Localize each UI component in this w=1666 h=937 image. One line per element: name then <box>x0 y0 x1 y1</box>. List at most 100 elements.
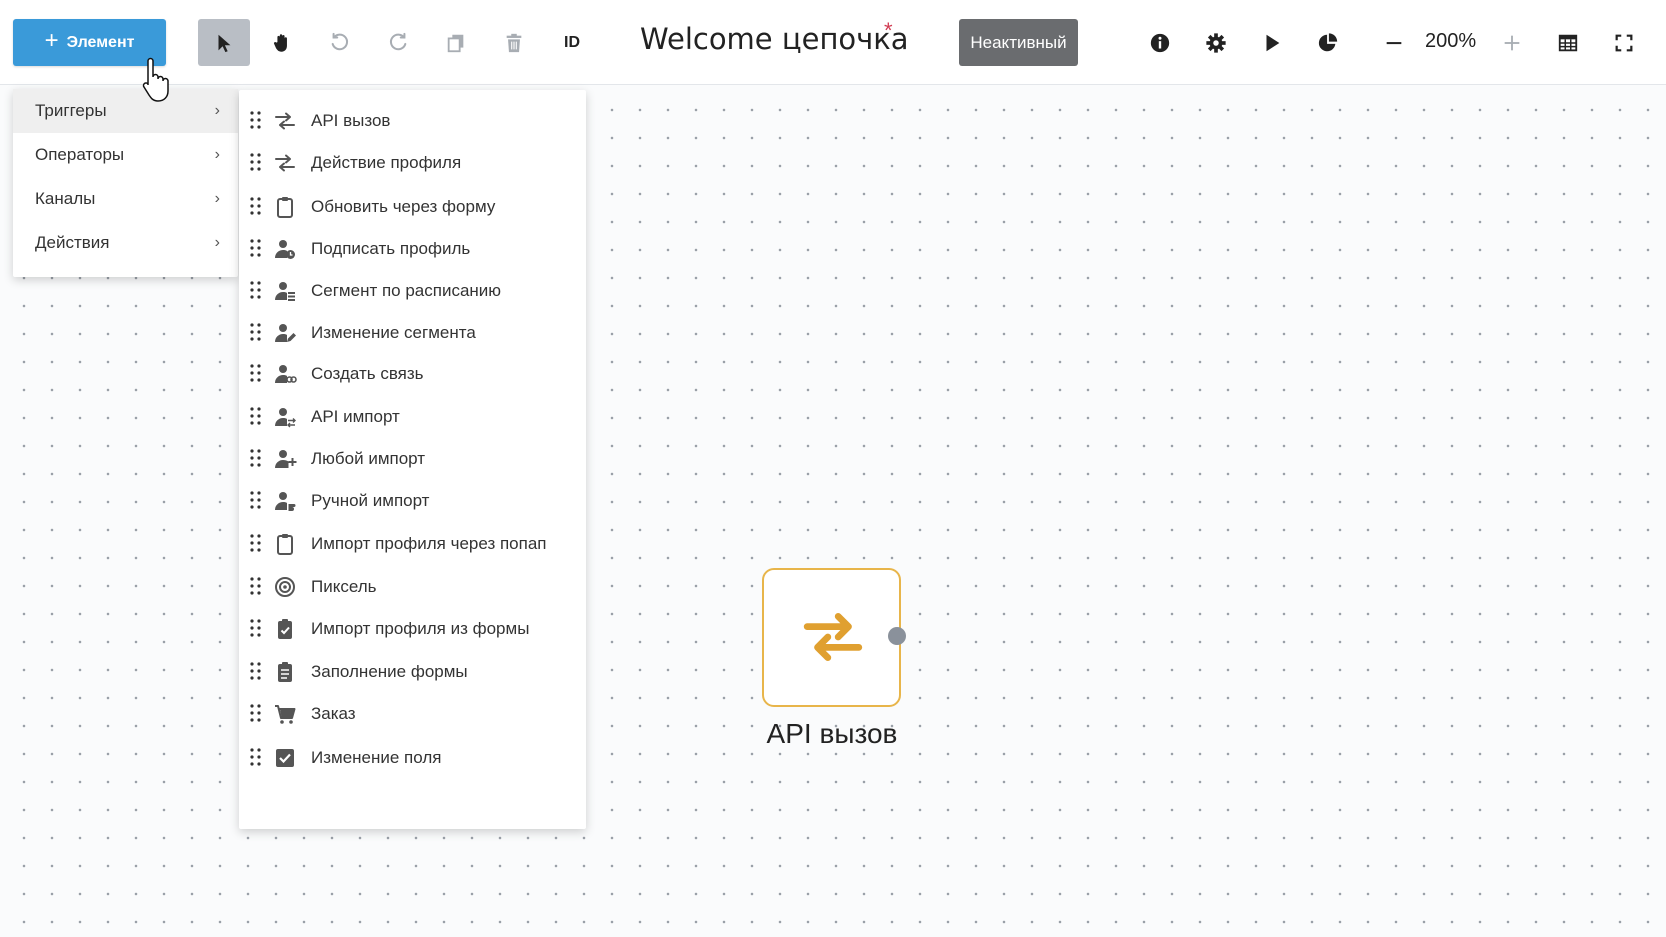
trigger-item[interactable]: Импорт профиля из формы <box>239 607 586 651</box>
grid-toggle-button[interactable] <box>1542 19 1594 66</box>
trash-icon <box>506 33 522 52</box>
trigger-item-label: Подписать профиль <box>311 239 471 258</box>
trigger-item-label: Изменение поля <box>311 748 442 767</box>
trigger-item-label: Любой импорт <box>311 449 426 468</box>
user-link-icon <box>273 362 297 386</box>
add-element-label: Элемент <box>66 33 135 51</box>
drag-handle-icon[interactable] <box>249 280 263 300</box>
run-button[interactable] <box>1246 19 1298 66</box>
drag-handle-icon[interactable] <box>249 747 263 767</box>
user-list-icon <box>273 279 297 303</box>
exchange-icon <box>803 612 863 662</box>
toggle-id-button[interactable]: ID <box>546 19 598 66</box>
info-button[interactable] <box>1134 19 1186 66</box>
target-icon <box>273 575 297 599</box>
info-icon <box>1150 33 1170 52</box>
trigger-item[interactable]: Изменение поля <box>239 736 586 780</box>
pan-tool-button[interactable] <box>256 19 308 66</box>
trigger-item[interactable]: Заказ <box>239 692 586 736</box>
trigger-item[interactable]: Обновить через форму <box>239 185 586 229</box>
statistics-button[interactable] <box>1302 19 1354 66</box>
pointer-icon <box>218 34 231 52</box>
trigger-item-label: Заказ <box>311 704 356 723</box>
trigger-item-label: Обновить через форму <box>311 197 496 216</box>
chain-title[interactable]: Welcome цепочка <box>640 22 909 56</box>
top-toolbar: + Элемент ID Welcome цепочка * Неактивны… <box>0 0 1666 85</box>
trigger-item[interactable]: Любой импорт <box>239 437 586 481</box>
trigger-item[interactable]: Создать связь <box>239 352 586 396</box>
redo-icon <box>389 32 407 50</box>
drag-handle-icon[interactable] <box>249 363 263 383</box>
minus-icon <box>1386 41 1402 44</box>
trigger-item[interactable]: Импорт профиля через попап <box>239 522 586 566</box>
drag-handle-icon[interactable] <box>249 238 263 258</box>
settings-button[interactable] <box>1190 19 1242 66</box>
fullscreen-icon <box>1615 34 1633 51</box>
triggers-submenu: API вызов Действие профиля Обновить через … <box>239 90 586 829</box>
drag-handle-icon[interactable] <box>249 618 263 638</box>
select-tool-button[interactable] <box>198 19 250 66</box>
drag-handle-icon[interactable] <box>249 661 263 681</box>
drag-handle-icon[interactable] <box>249 406 263 426</box>
menu-category-channels[interactable]: Каналы › <box>13 177 238 221</box>
trigger-item[interactable]: Ручной импорт <box>239 479 586 523</box>
drag-handle-icon[interactable] <box>249 448 263 468</box>
drag-handle-icon[interactable] <box>249 110 263 130</box>
user-edit-icon <box>273 321 297 345</box>
chevron-right-icon: › <box>214 234 220 251</box>
undo-button[interactable] <box>314 19 366 66</box>
trigger-item[interactable]: Действие профиля <box>239 141 586 185</box>
chevron-right-icon: › <box>214 146 220 163</box>
menu-category-operators[interactable]: Операторы › <box>13 133 238 177</box>
trigger-item[interactable]: Заполнение формы <box>239 650 586 694</box>
user-plus-icon <box>273 447 297 471</box>
trigger-item-label: Ручной импорт <box>311 491 430 510</box>
clipboard-check-icon <box>273 617 297 641</box>
trigger-item-label: Сегмент по расписанию <box>311 281 502 300</box>
zoom-in-button[interactable] <box>1486 19 1538 66</box>
trigger-item-label: Пиксель <box>311 577 377 596</box>
menu-category-actions[interactable]: Действия › <box>13 221 238 265</box>
user-exchange-icon <box>273 405 297 429</box>
node-output-port[interactable] <box>888 627 906 645</box>
drag-handle-icon[interactable] <box>249 533 263 553</box>
redo-button[interactable] <box>372 19 424 66</box>
trigger-item[interactable]: Подписать профиль <box>239 227 586 271</box>
drag-handle-icon[interactable] <box>249 490 263 510</box>
drag-handle-icon[interactable] <box>249 196 263 216</box>
menu-category-label: Каналы <box>35 189 96 208</box>
status-toggle-button[interactable]: Неактивный <box>959 19 1078 66</box>
drag-handle-icon[interactable] <box>249 152 263 172</box>
trigger-item-label: Изменение сегмента <box>311 323 476 342</box>
clipboard-icon <box>273 532 297 556</box>
trigger-item-label: Заполнение формы <box>311 662 468 681</box>
hand-cursor-icon <box>142 57 169 102</box>
drag-handle-icon[interactable] <box>249 576 263 596</box>
trigger-item-label: API вызов <box>311 111 391 130</box>
drag-handle-icon[interactable] <box>249 322 263 342</box>
pie-chart-icon <box>1318 32 1338 51</box>
trigger-item-label: Импорт профиля через попап <box>311 534 547 553</box>
trigger-item[interactable]: Сегмент по расписанию <box>239 269 586 313</box>
table-icon <box>1558 34 1578 51</box>
fullscreen-button[interactable] <box>1598 19 1650 66</box>
clipboard-list-icon <box>273 660 297 684</box>
copy-button[interactable] <box>430 19 482 66</box>
trigger-item-label: API импорт <box>311 407 400 426</box>
zoom-out-button[interactable] <box>1368 19 1420 66</box>
delete-button[interactable] <box>488 19 540 66</box>
trigger-item[interactable]: API вызов <box>239 99 586 143</box>
trigger-item[interactable]: API импорт <box>239 395 586 439</box>
drag-handle-icon[interactable] <box>249 703 263 723</box>
node-label: API вызов <box>766 718 898 749</box>
plus-icon <box>1504 35 1520 50</box>
workflow-node-api-call[interactable] <box>762 568 901 707</box>
clipboard-icon <box>273 195 297 219</box>
trigger-item-label: Импорт профиля из формы <box>311 619 530 638</box>
unsaved-indicator: * <box>884 18 893 43</box>
trigger-item[interactable]: Изменение сегмента <box>239 311 586 355</box>
chevron-right-icon: › <box>214 102 220 119</box>
menu-category-triggers[interactable]: Триггеры › <box>13 89 238 133</box>
cart-icon <box>273 702 297 726</box>
trigger-item[interactable]: Пиксель <box>239 565 586 609</box>
